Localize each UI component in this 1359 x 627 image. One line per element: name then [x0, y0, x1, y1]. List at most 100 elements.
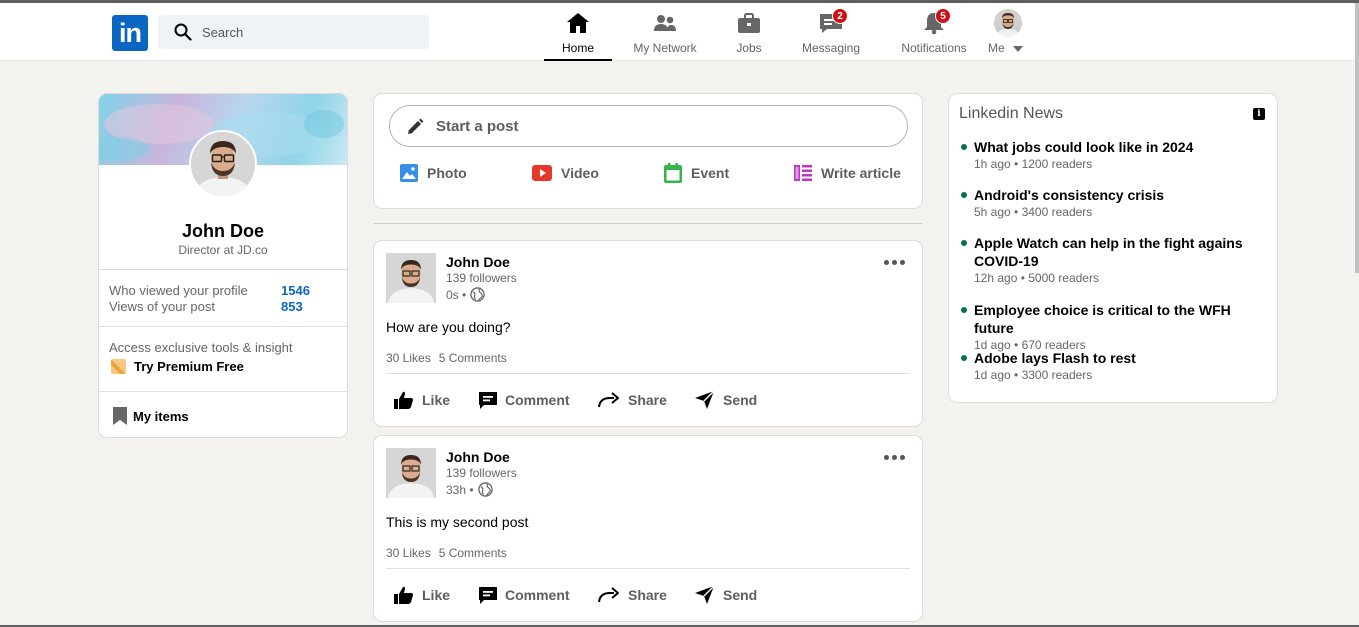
send-label: Send [723, 587, 758, 603]
post-author-followers: 139 followers [446, 466, 517, 480]
share-label: Share [628, 587, 667, 603]
post-author-avatar[interactable] [386, 253, 436, 303]
comments-count[interactable]: 5 Comments [439, 351, 507, 365]
post-stats: 30 Likes 5 Comments [386, 546, 507, 560]
pencil-icon [408, 118, 424, 134]
likes-count[interactable]: 30 Likes [386, 351, 431, 365]
post-author-name[interactable]: John Doe [446, 449, 510, 465]
share-icon [598, 392, 619, 408]
info-icon[interactable]: i [1253, 108, 1265, 120]
nav-my-network[interactable]: My Network [628, 3, 702, 61]
thumbs-up-icon [394, 586, 413, 604]
write-article-button[interactable]: Write article [794, 163, 901, 183]
comment-label: Comment [505, 392, 570, 408]
news-headline[interactable]: Apple Watch can help in the fight agains… [974, 234, 1269, 270]
search-bar[interactable] [158, 15, 429, 49]
send-icon [695, 586, 715, 604]
nav-home[interactable]: Home [544, 3, 612, 61]
globe-icon [477, 482, 493, 497]
search-input[interactable] [202, 15, 412, 49]
scrollbar[interactable] [1355, 3, 1359, 273]
send-button[interactable]: Send [695, 585, 757, 605]
video-icon [532, 165, 552, 181]
post-author-name[interactable]: John Doe [446, 254, 510, 270]
nav-notifications[interactable]: 5 Notifications [897, 3, 971, 61]
profile-card: John Doe Director at JD.co Who viewed yo… [98, 93, 348, 438]
comment-button[interactable]: Comment [479, 585, 570, 605]
feed-post: John Doe 139 followers 33h • This is my … [373, 435, 923, 622]
video-label: Video [561, 165, 599, 181]
bullet-dot [961, 240, 967, 246]
bullet-dot [961, 144, 967, 150]
stat-post-views-label[interactable]: Views of your post [109, 299, 215, 314]
premium-promo-text: Access exclusive tools & insight [109, 340, 293, 355]
send-button[interactable]: Send [695, 390, 757, 410]
nav-messaging[interactable]: 2 Messaging [798, 3, 864, 61]
stat-profile-views-value[interactable]: 1546 [281, 283, 310, 298]
messaging-badge: 2 [832, 8, 848, 24]
nav-jobs[interactable]: Jobs [726, 3, 772, 61]
my-items-link[interactable]: My items [113, 407, 189, 425]
news-meta: 5h ago • 3400 readers [974, 205, 1093, 219]
news-panel: Linkedin News i What jobs could look lik… [948, 93, 1278, 403]
news-item[interactable]: Android's consistency crisis 5h ago • 34… [959, 186, 1269, 219]
divider [386, 373, 910, 374]
thumbs-up-icon [394, 391, 413, 409]
likes-count[interactable]: 30 Likes [386, 546, 431, 560]
more-options-icon[interactable] [884, 452, 906, 462]
news-headline[interactable]: Android's consistency crisis [974, 186, 1269, 204]
like-button[interactable]: Like [394, 585, 450, 605]
start-post-button[interactable]: Start a post [389, 105, 908, 147]
profile-name[interactable]: John Doe [99, 221, 347, 242]
news-headline[interactable]: Adobe lays Flash to rest [974, 349, 1269, 367]
post-text: This is my second post [386, 514, 529, 530]
news-item[interactable]: What jobs could look like in 2024 1h ago… [959, 138, 1269, 171]
video-button[interactable]: Video [532, 163, 599, 183]
comment-button[interactable]: Comment [479, 390, 570, 410]
search-icon [174, 23, 192, 41]
like-label: Like [422, 587, 451, 603]
my-items-label: My items [133, 408, 189, 424]
comments-count[interactable]: 5 Comments [439, 546, 507, 560]
stat-profile-views-label[interactable]: Who viewed your profile [109, 283, 248, 298]
try-premium-label: Try Premium Free [134, 359, 244, 374]
post-time-text: 0s • [446, 287, 467, 302]
globe-icon [470, 287, 485, 302]
post-author-avatar[interactable] [386, 448, 436, 498]
briefcase-icon [738, 13, 760, 33]
nav-jobs-label: Jobs [736, 41, 762, 55]
post-stats: 30 Likes 5 Comments [386, 351, 507, 365]
profile-avatar[interactable] [189, 130, 257, 198]
bookmark-icon [113, 407, 127, 425]
photo-button[interactable]: Photo [400, 163, 467, 183]
active-tab-indicator [544, 59, 612, 61]
post-composer: Start a post Photo Video Event Write art… [373, 93, 923, 209]
event-button[interactable]: Event [664, 163, 729, 183]
nav-me[interactable]: Me [986, 3, 1030, 61]
news-meta: 1d ago • 3300 readers [974, 368, 1093, 382]
feed-post: John Doe 139 followers 0s • How are you … [373, 240, 923, 427]
news-headline[interactable]: Employee choice is critical to the WFH f… [974, 301, 1269, 337]
nav-my-network-label: My Network [633, 41, 697, 55]
share-button[interactable]: Share [598, 585, 667, 605]
news-item[interactable]: Apple Watch can help in the fight agains… [959, 234, 1269, 285]
linkedin-logo[interactable]: in [112, 15, 148, 51]
like-button[interactable]: Like [394, 390, 450, 410]
news-item[interactable]: Employee choice is critical to the WFH f… [959, 301, 1269, 352]
profile-headline: Director at JD.co [178, 243, 268, 257]
news-item[interactable]: Adobe lays Flash to rest 1d ago • 3300 r… [959, 349, 1269, 382]
event-icon [664, 163, 682, 183]
more-options-icon[interactable] [884, 257, 906, 267]
like-label: Like [422, 392, 451, 408]
share-button[interactable]: Share [598, 390, 667, 410]
news-headline[interactable]: What jobs could look like in 2024 [974, 138, 1269, 156]
nav-messaging-label: Messaging [801, 41, 861, 55]
divider [99, 326, 347, 327]
post-text: How are you doing? [386, 319, 511, 335]
stat-post-views-value[interactable]: 853 [281, 299, 303, 314]
comment-label: Comment [505, 587, 570, 603]
share-label: Share [628, 392, 667, 408]
post-author-followers: 139 followers [446, 271, 517, 285]
article-icon [794, 165, 812, 181]
try-premium-link[interactable]: Try Premium Free [111, 359, 244, 374]
